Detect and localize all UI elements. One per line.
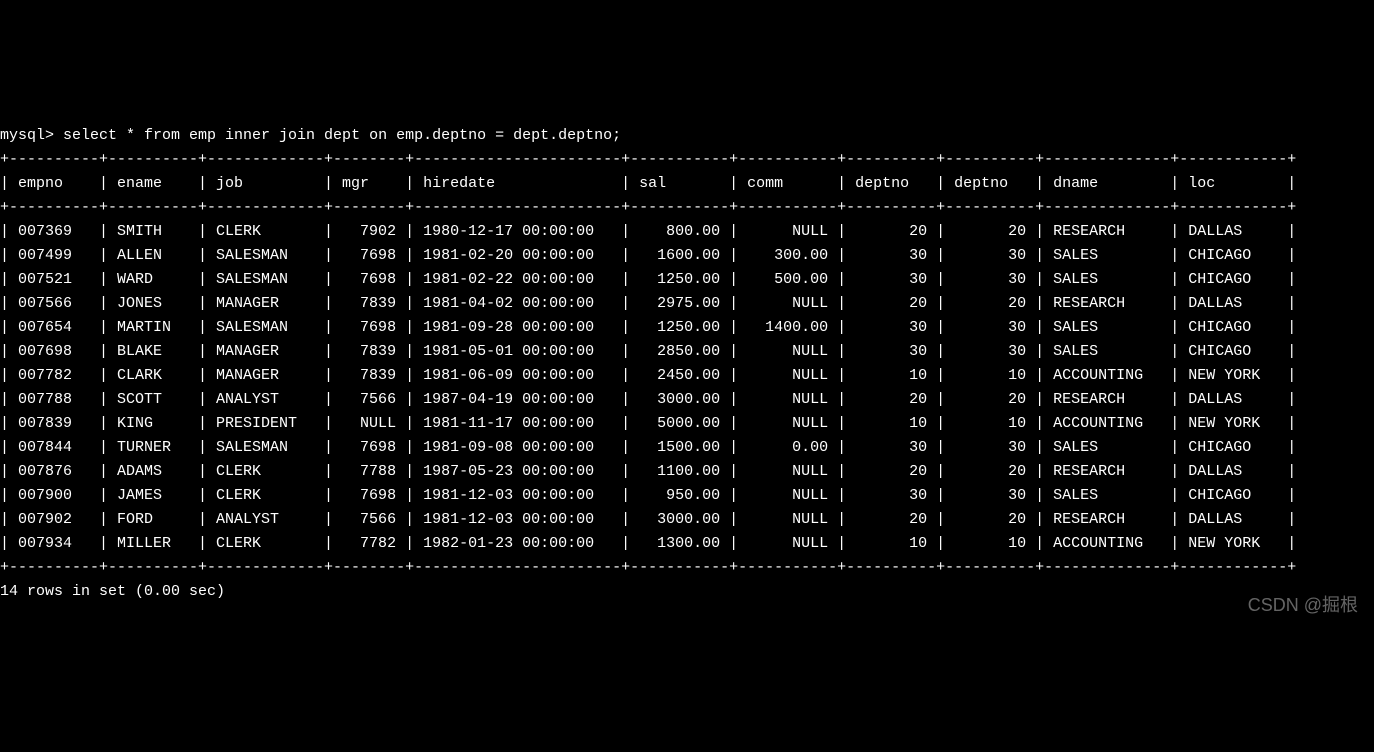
table-body: | 007369 | SMITH | CLERK | 7902 | 1980-1… <box>0 223 1296 552</box>
watermark: CSDN @掘根 <box>1248 591 1358 620</box>
result-footer: 14 rows in set (0.00 sec) <box>0 583 225 600</box>
sql-query: select * from emp inner join dept on emp… <box>63 127 621 144</box>
prompt: mysql> <box>0 127 63 144</box>
mysql-terminal: mysql> select * from emp inner join dept… <box>0 100 1374 628</box>
table-border-top: +----------+----------+-------------+---… <box>0 151 1296 168</box>
table-border-bottom: +----------+----------+-------------+---… <box>0 559 1296 576</box>
prompt-line[interactable]: mysql> select * from emp inner join dept… <box>0 127 621 144</box>
table-header-row: | empno | ename | job | mgr | hiredate |… <box>0 175 1296 192</box>
table-border-mid: +----------+----------+-------------+---… <box>0 199 1296 216</box>
